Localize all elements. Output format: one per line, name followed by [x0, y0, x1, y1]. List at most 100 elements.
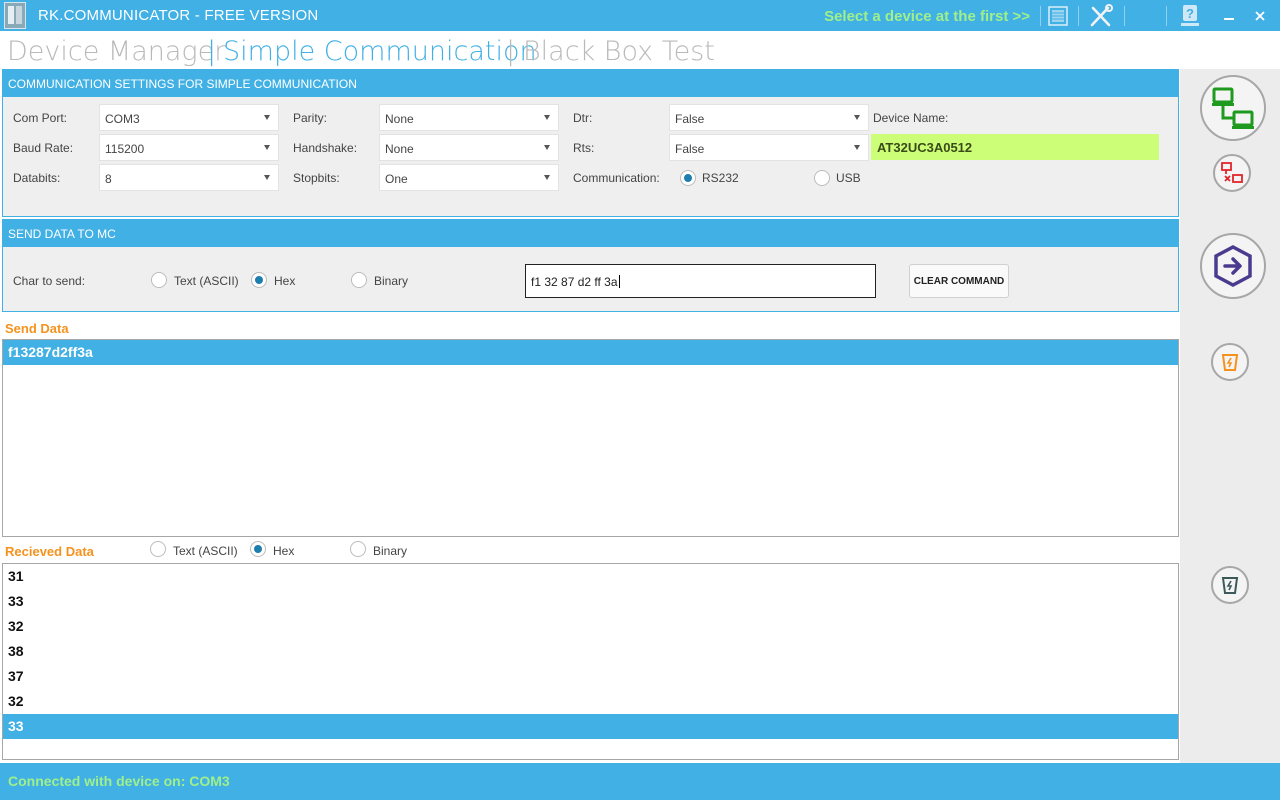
- network-connect-icon: [1212, 87, 1254, 129]
- chevron-down-icon: [544, 115, 550, 120]
- device-list-icon[interactable]: [1046, 3, 1070, 28]
- command-input[interactable]: f1 32 87 d2 ff 3a: [525, 264, 876, 298]
- minimize-icon[interactable]: [1218, 3, 1240, 28]
- chevron-down-icon: [544, 175, 550, 180]
- settings-header: COMMUNICATION SETTINGS FOR SIMPLE COMMUN…: [3, 70, 1178, 97]
- char-to-send-label: Char to send:: [13, 274, 86, 288]
- chevron-down-icon: [854, 145, 860, 150]
- close-icon[interactable]: [1249, 3, 1271, 28]
- connect-button[interactable]: [1200, 75, 1266, 141]
- received-text-ascii-label: Text (ASCII): [173, 544, 238, 558]
- action-panel: [1180, 69, 1280, 763]
- databits-value: 8: [105, 172, 112, 186]
- databits-select[interactable]: 8: [99, 164, 279, 191]
- connection-status: Connected with device on: COM3: [8, 773, 230, 789]
- send-data-panel: SEND DATA TO MC Char to send: Text (ASCI…: [2, 219, 1179, 312]
- usb-label: USB: [836, 171, 861, 185]
- nav-device-manager[interactable]: Device Manager: [7, 36, 225, 67]
- nav-separator: |: [207, 36, 217, 67]
- dtr-label: Dtr:: [573, 111, 593, 125]
- list-item[interactable]: 37: [3, 664, 1178, 689]
- parity-value: None: [385, 112, 414, 126]
- nav-simple-communication[interactable]: Simple Communication: [223, 36, 537, 67]
- clear-send-button[interactable]: [1211, 343, 1249, 381]
- list-item[interactable]: 31: [3, 564, 1178, 589]
- send-data-label: Send Data: [5, 321, 69, 336]
- device-name-value: AT32UC3A0512: [871, 134, 1159, 160]
- rs232-label: RS232: [702, 171, 739, 185]
- communication-label: Communication:: [573, 171, 660, 185]
- rts-select[interactable]: False: [669, 134, 869, 161]
- stopbits-select[interactable]: One: [379, 164, 559, 191]
- clear-received-button[interactable]: [1211, 566, 1249, 604]
- list-item[interactable]: f13287d2ff3a: [3, 340, 1178, 365]
- baud-rate-select[interactable]: 115200: [99, 134, 279, 161]
- list-item[interactable]: 33: [3, 589, 1178, 614]
- title-separator: [1124, 6, 1125, 26]
- chevron-down-icon: [854, 115, 860, 120]
- window-title: RK.COMMUNICATOR - FREE VERSION: [38, 7, 319, 24]
- com-port-label: Com Port:: [13, 111, 68, 125]
- command-input-value: f1 32 87 d2 ff 3a: [531, 275, 618, 289]
- communication-settings-panel: COMMUNICATION SETTINGS FOR SIMPLE COMMUN…: [2, 69, 1179, 217]
- clear-command-button[interactable]: CLEAR COMMAND: [909, 264, 1009, 298]
- com-port-value: COM3: [105, 112, 140, 126]
- parity-select[interactable]: None: [379, 104, 559, 131]
- send-text-ascii-radio[interactable]: [151, 272, 167, 288]
- send-hex-radio[interactable]: [251, 272, 267, 288]
- network-disconnect-icon: [1221, 162, 1243, 183]
- send-binary-label: Binary: [374, 274, 409, 288]
- main-navigation: Device Manager | Simple Communication | …: [0, 31, 1280, 69]
- app-logo-icon: [4, 2, 26, 29]
- title-bar: RK.COMMUNICATOR - FREE VERSION Select a …: [0, 0, 1280, 31]
- send-arrow-icon: [1214, 245, 1252, 287]
- databits-label: Databits:: [13, 171, 61, 185]
- dtr-select[interactable]: False: [669, 104, 869, 131]
- usb-radio[interactable]: [814, 170, 830, 186]
- received-hex-radio[interactable]: [250, 541, 266, 557]
- help-icon[interactable]: ?: [1177, 3, 1203, 28]
- list-item[interactable]: 38: [3, 639, 1178, 664]
- text-caret: [618, 275, 620, 288]
- title-separator: [1166, 6, 1167, 26]
- baud-rate-label: Baud Rate:: [13, 141, 74, 155]
- send-button[interactable]: [1200, 233, 1266, 299]
- received-data-label: Recieved Data: [5, 544, 94, 559]
- status-bar: Connected with device on: COM3: [0, 763, 1280, 800]
- send-binary-radio[interactable]: [351, 272, 367, 288]
- handshake-value: None: [385, 142, 414, 156]
- list-item[interactable]: 32: [3, 614, 1178, 639]
- baud-rate-value: 115200: [105, 142, 145, 156]
- title-separator: [1040, 6, 1041, 26]
- list-item[interactable]: 33: [3, 714, 1178, 739]
- chevron-down-icon: [264, 115, 270, 120]
- title-separator: [1078, 6, 1079, 26]
- received-data-list[interactable]: 31 33 32 38 37 32 33: [2, 563, 1179, 760]
- received-hex-label: Hex: [273, 544, 295, 558]
- rts-value: False: [675, 142, 705, 156]
- received-binary-label: Binary: [373, 544, 408, 558]
- chevron-down-icon: [264, 175, 270, 180]
- com-port-select[interactable]: COM3: [99, 104, 279, 131]
- chevron-down-icon: [264, 145, 270, 150]
- select-device-hint: Select a device at the first >>: [824, 8, 1030, 25]
- stopbits-value: One: [385, 172, 408, 186]
- send-text-ascii-label: Text (ASCII): [174, 274, 239, 288]
- parity-label: Parity:: [293, 111, 328, 125]
- send-data-list[interactable]: f13287d2ff3a: [2, 339, 1179, 537]
- received-text-ascii-radio[interactable]: [150, 541, 166, 557]
- chevron-down-icon: [544, 145, 550, 150]
- clear-received-bucket-icon: [1221, 577, 1239, 594]
- handshake-select[interactable]: None: [379, 134, 559, 161]
- nav-black-box-test[interactable]: Black Box Test: [523, 36, 715, 67]
- disconnect-button[interactable]: [1213, 154, 1251, 192]
- rts-label: Rts:: [573, 141, 595, 155]
- dtr-value: False: [675, 112, 705, 126]
- stopbits-label: Stopbits:: [293, 171, 340, 185]
- received-binary-radio[interactable]: [350, 541, 366, 557]
- settings-tools-icon[interactable]: [1087, 3, 1115, 28]
- list-item[interactable]: 32: [3, 689, 1178, 714]
- rs232-radio[interactable]: [680, 170, 696, 186]
- send-header: SEND DATA TO MC: [3, 220, 1178, 247]
- handshake-label: Handshake:: [293, 141, 358, 155]
